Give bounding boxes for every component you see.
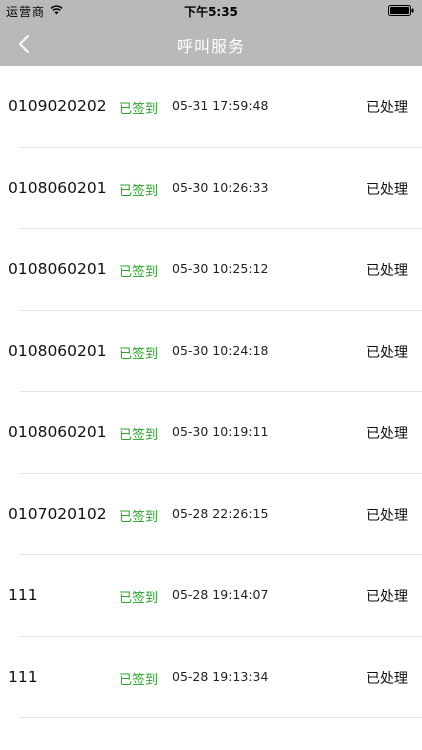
handle-status: 已处理 <box>366 426 408 442</box>
room-id: 111 <box>8 667 38 686</box>
room-id: 0108060201 <box>8 423 107 441</box>
call-time: 05-31 17:59:48 <box>172 98 269 113</box>
battery-icon <box>388 5 414 16</box>
sign-in-status: 已签到 <box>119 265 159 280</box>
call-time: 05-30 10:26:33 <box>172 179 269 195</box>
call-time: 05-30 10:19:11 <box>172 424 269 439</box>
sign-in-status: 已签到 <box>119 509 159 525</box>
page-title: 呼叫服务 <box>176 37 245 56</box>
nav-bar: 呼叫服务 <box>0 22 422 66</box>
call-list: 0109020202 已签到 05-31 17:59:48 已处理 010806… <box>0 66 422 750</box>
handle-status: 已处理 <box>366 507 408 524</box>
call-time: 05-30 10:24:18 <box>172 342 269 358</box>
call-time: 05-28 19:14:07 <box>172 587 269 602</box>
room-id: 0108060201 <box>8 260 107 278</box>
room-id: 0109020202 <box>8 97 107 115</box>
room-id: 0108060201 <box>8 341 107 360</box>
status-time: 下午5:35 <box>184 5 238 19</box>
list-item[interactable]: 0108060201 已签到 05-30 10:19:11 已处理 <box>0 392 422 474</box>
call-time: 05-30 10:25:12 <box>172 261 269 276</box>
list-item[interactable]: 0108060201 已签到 05-30 10:24:18 已处理 <box>0 311 422 393</box>
room-id: 0108060201 <box>8 178 107 197</box>
room-id: 111 <box>8 586 38 604</box>
list-item[interactable]: 0107020102 已签到 05-28 22:26:15 已处理 <box>0 474 422 556</box>
handle-status: 已处理 <box>366 344 408 361</box>
header: 运营商 下午5:35 呼叫服务 <box>0 0 422 66</box>
sign-in-status: 已签到 <box>119 102 159 117</box>
list-item[interactable]: 111 已签到 05-28 19:13:34 已处理 <box>0 637 422 719</box>
handle-status: 已处理 <box>366 589 408 605</box>
screen: 运营商 下午5:35 呼叫服务 0109020202 已签到 05-31 17:… <box>0 0 422 750</box>
sign-in-status: 已签到 <box>119 183 159 199</box>
sign-in-status: 已签到 <box>119 346 159 362</box>
room-id: 0107020102 <box>8 504 107 523</box>
handle-status: 已处理 <box>366 263 408 279</box>
call-time: 05-28 19:13:34 <box>172 668 269 684</box>
sign-in-status: 已签到 <box>119 428 159 443</box>
sign-in-status: 已签到 <box>119 672 159 688</box>
list-item[interactable]: 0108060201 已签到 05-30 10:25:12 已处理 <box>0 229 422 311</box>
call-time: 05-28 22:26:15 <box>172 505 269 521</box>
handle-status: 已处理 <box>366 100 408 116</box>
list-item[interactable]: 0108060201 已签到 05-30 10:26:33 已处理 <box>0 148 422 230</box>
handle-status: 已处理 <box>366 670 408 687</box>
sign-in-status: 已签到 <box>119 591 159 606</box>
handle-status: 已处理 <box>366 181 408 198</box>
list-item[interactable]: 111 已签到 05-28 19:14:07 已处理 <box>0 555 422 637</box>
status-bar: 运营商 下午5:35 <box>0 0 422 22</box>
list-item[interactable]: 0109020202 已签到 05-31 17:59:48 已处理 <box>0 66 422 148</box>
